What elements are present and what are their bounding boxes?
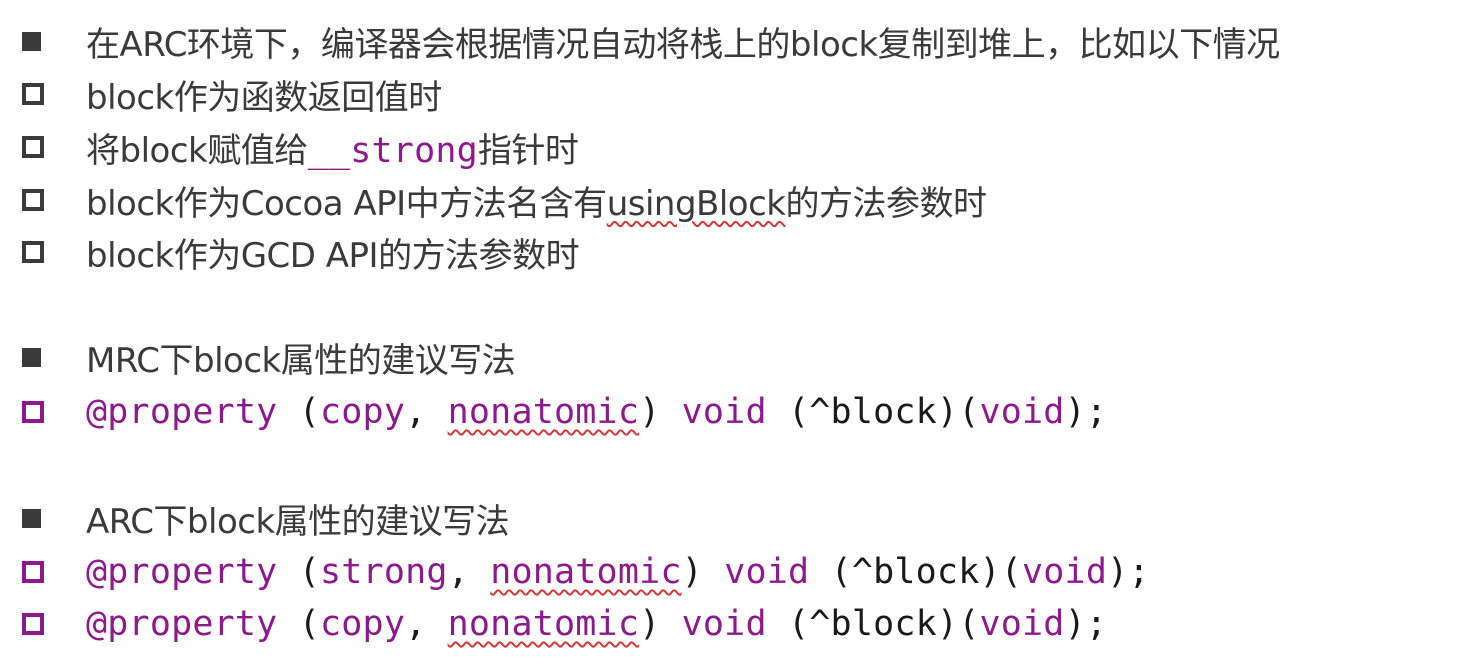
void-type: void — [724, 552, 810, 592]
block-declarator: (^block)( — [830, 552, 1023, 592]
close-paren: ) — [639, 604, 682, 644]
void-param-type: void — [1022, 552, 1108, 592]
item-text: block作为GCD API的方法参数时 — [86, 235, 580, 276]
open-paren: ( — [277, 552, 320, 592]
item-text: 将block赋值给__strong指针时 — [86, 123, 579, 172]
heading-text: MRC下block属性的建议写法 — [86, 340, 516, 381]
attribute-nonatomic: nonatomic — [490, 552, 682, 592]
close-paren: ) — [639, 392, 682, 432]
open-paren: ( — [277, 604, 320, 644]
hollow-square-bullet-icon — [22, 136, 44, 158]
code-text: @property (copy, nonatomic) void (^block… — [86, 392, 1107, 432]
attribute-copy: copy — [320, 392, 406, 432]
item-text-prefix: block作为Cocoa API中方法名含有 — [86, 183, 607, 224]
statement-end: ); — [1107, 552, 1150, 592]
property-keyword: @property — [86, 604, 278, 644]
code-text: @property (copy, nonatomic) void (^block… — [86, 604, 1107, 644]
statement-end: ); — [1064, 392, 1108, 432]
hollow-square-bullet-icon — [22, 189, 44, 211]
attribute-nonatomic: nonatomic — [447, 604, 640, 644]
void-type: void — [681, 604, 767, 644]
comma: , — [405, 392, 448, 432]
hollow-square-bullet-icon — [22, 241, 44, 263]
heading-text: ARC下block属性的建议写法 — [86, 501, 510, 542]
usingblock-keyword: usingBlock — [606, 183, 786, 224]
item-text: block作为Cocoa API中方法名含有usingBlock的方法参数时 — [86, 176, 987, 225]
comma: , — [405, 604, 448, 644]
void-param-type: void — [979, 604, 1065, 644]
hollow-square-bullet-icon — [22, 401, 44, 423]
void-param-type: void — [979, 392, 1065, 432]
hollow-square-bullet-icon — [22, 83, 44, 105]
attribute-strong: strong — [320, 552, 448, 592]
comma: , — [447, 552, 491, 592]
code-text: @property (strong, nonatomic) void (^blo… — [86, 552, 1150, 592]
attribute-copy: copy — [320, 604, 406, 644]
property-keyword: @property — [86, 392, 278, 432]
block-declarator: (^block)( — [788, 392, 980, 432]
statement-end: ); — [1064, 604, 1108, 644]
block-declarator: (^block)( — [788, 604, 980, 644]
open-paren: ( — [277, 392, 320, 432]
filled-square-bullet-icon — [22, 347, 41, 367]
item-text-prefix: 将block赋值给 — [86, 130, 308, 171]
filled-square-bullet-icon — [22, 31, 41, 51]
void-type: void — [681, 392, 767, 432]
hollow-square-bullet-icon — [22, 613, 44, 635]
item-text-suffix: 的方法参数时 — [785, 183, 987, 224]
hollow-square-bullet-icon — [22, 561, 44, 583]
attribute-nonatomic: nonatomic — [447, 392, 640, 432]
property-keyword: @property — [86, 552, 278, 592]
close-paren: ) — [681, 552, 725, 592]
heading-text: 在ARC环境下，编译器会根据情况自动将栈上的block复制到堆上，比如以下情况 — [86, 24, 1280, 65]
item-text-suffix: 指针时 — [477, 130, 579, 171]
item-text: block作为函数返回值时 — [86, 77, 442, 118]
strong-keyword: __strong — [307, 130, 478, 171]
filled-square-bullet-icon — [22, 508, 41, 528]
